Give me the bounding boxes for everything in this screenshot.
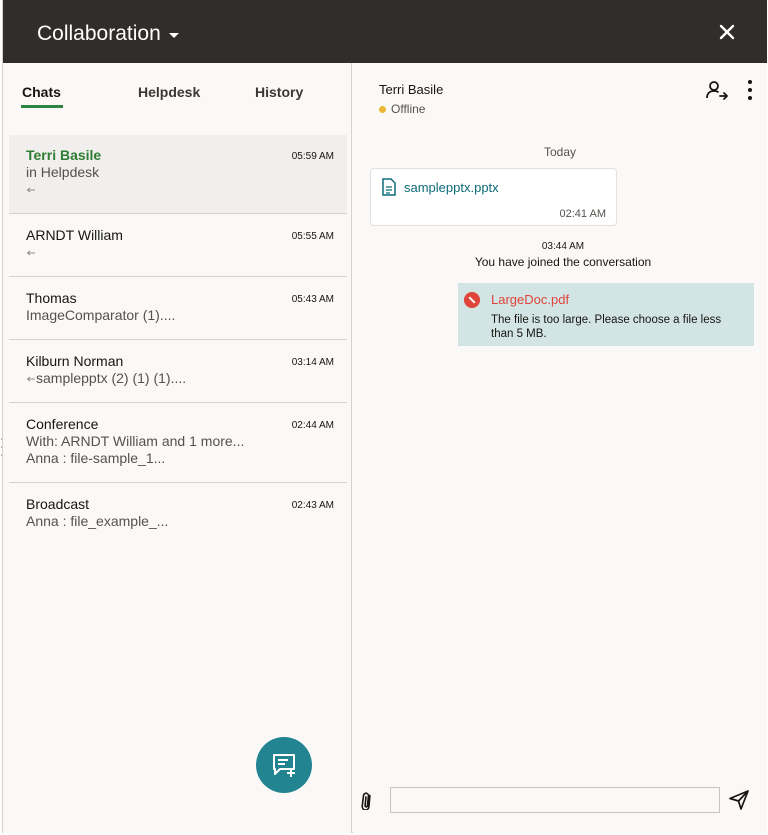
reply-arrow-icon [26, 376, 35, 382]
chat-preview-reply [26, 181, 36, 197]
chat-item-conference[interactable]: Conference 02:44 AM With: ARNDT William … [9, 403, 347, 483]
chat-name: Broadcast [26, 496, 90, 512]
send-icon[interactable] [728, 789, 750, 811]
chat-name: ARNDT William [26, 227, 123, 243]
chat-preview: Anna : file_example_... [26, 513, 169, 529]
file-link[interactable]: samplepptx.pptx [404, 180, 499, 195]
message-time: 02:41 AM [559, 208, 606, 220]
chat-list: Terri Basile 05:59 AM in Helpdesk ARNDT … [9, 135, 347, 546]
chat-item-kilburn-norman[interactable]: Kilburn Norman 03:14 AM samplepptx (2) (… [9, 340, 347, 403]
collaboration-panel: Collaboration Chats Helpdesk History Ter… [2, 0, 767, 833]
chat-preview-reply [26, 244, 36, 260]
error-text: The file is too large. Please choose a f… [491, 314, 722, 340]
chat-preview-text: samplepptx (2) (1) (1).... [36, 370, 187, 386]
collaboration-menu-button[interactable]: Collaboration [37, 22, 179, 46]
paperclip-icon[interactable] [358, 792, 378, 810]
chat-time: 02:44 AM [291, 420, 334, 431]
chat-item-terri-basile[interactable]: Terri Basile 05:59 AM in Helpdesk [9, 135, 347, 214]
chat-item-broadcast[interactable]: Broadcast 02:43 AM Anna : file_example_.… [9, 483, 347, 546]
error-icon [464, 292, 480, 308]
panel-header: Collaboration [3, 0, 767, 63]
chat-item-arndt-william[interactable]: ARNDT William 05:55 AM [9, 214, 347, 277]
chat-time: 03:14 AM [291, 357, 334, 368]
sidebar-tabs: Chats Helpdesk History [3, 63, 352, 113]
system-event-time: 03:44 AM [541, 241, 585, 252]
chat-time: 02:43 AM [291, 500, 334, 511]
more-options-icon[interactable] [743, 78, 757, 102]
chat-item-thomas[interactable]: Thomas 05:43 AM ImageComparator (1).... [9, 277, 347, 340]
contact-name: Terri Basile [379, 82, 444, 97]
file-message-bubble: samplepptx.pptx 02:41 AM [370, 168, 617, 226]
chat-name: Thomas [26, 290, 77, 306]
status-label: Offline [391, 102, 426, 116]
panel-title: Collaboration [37, 22, 161, 45]
new-message-icon [273, 754, 295, 777]
add-participant-icon[interactable] [705, 78, 729, 102]
chat-time: 05:43 AM [291, 294, 334, 305]
tab-helpdesk[interactable]: Helpdesk [138, 84, 200, 100]
presence-status: Offline [379, 102, 425, 116]
day-separator: Today [543, 145, 577, 159]
message-input[interactable] [390, 787, 720, 813]
new-chat-button[interactable] [256, 737, 312, 793]
chat-preview: samplepptx (2) (1) (1).... [26, 370, 186, 386]
status-dot-icon [379, 105, 386, 113]
chat-preview: in Helpdesk [26, 164, 100, 180]
error-file-name: LargeDoc.pdf [491, 292, 570, 307]
chat-participants: With: ARNDT William and 1 more... [26, 433, 245, 449]
chat-time: 05:55 AM [291, 231, 334, 242]
system-event-text: You have joined the conversation [474, 255, 652, 269]
upload-error-bubble: LargeDoc.pdf The file is too large. Plea… [458, 283, 754, 346]
chat-name: Conference [26, 416, 99, 432]
chat-preview: ImageComparator (1).... [26, 307, 176, 323]
close-icon[interactable] [715, 20, 739, 44]
tab-history[interactable]: History [255, 84, 303, 100]
chat-name: Terri Basile [26, 147, 102, 163]
caret-down-icon [168, 32, 179, 38]
chat-name: Kilburn Norman [26, 353, 124, 369]
chat-preview: Anna : file-sample_1... [26, 450, 166, 466]
chat-time: 05:59 AM [291, 151, 334, 162]
message-composer [353, 781, 767, 821]
tab-chats[interactable]: Chats [21, 84, 63, 108]
reply-arrow-icon [26, 250, 35, 256]
document-icon [382, 178, 396, 196]
chat-sidebar: Chats Helpdesk History Terri Basile 05:5… [3, 63, 352, 833]
conversation-pane: Terri Basile Offline Today samplepptx.pp… [353, 63, 767, 833]
reply-arrow-icon [26, 187, 35, 193]
